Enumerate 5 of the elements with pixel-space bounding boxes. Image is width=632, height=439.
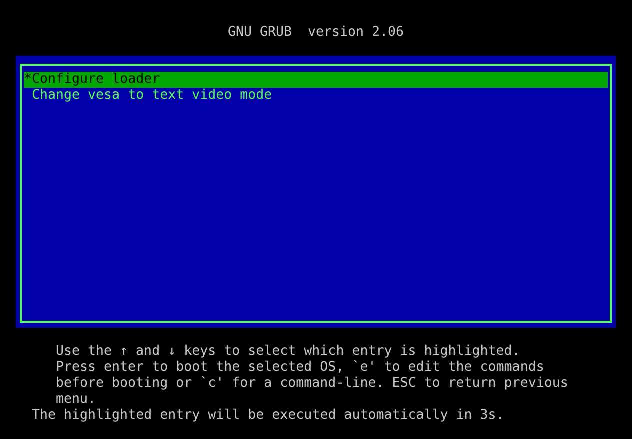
help-text: Use the ↑ and ↓ keys to select which entry is highlighted. Press enter to boot the selected OS, `e' to edit the commands before booting or `c' for a command-line. ESC to return previous menu. [56, 344, 568, 408]
menu-entry[interactable]: *Configure loader [24, 72, 608, 88]
window-title: GNU GRUB version 2.06 [228, 25, 404, 41]
countdown-text: The highlighted entry will be executed automatically in 3s. [32, 408, 504, 424]
menu-entry[interactable]: Change vesa to text video mode [24, 88, 608, 104]
